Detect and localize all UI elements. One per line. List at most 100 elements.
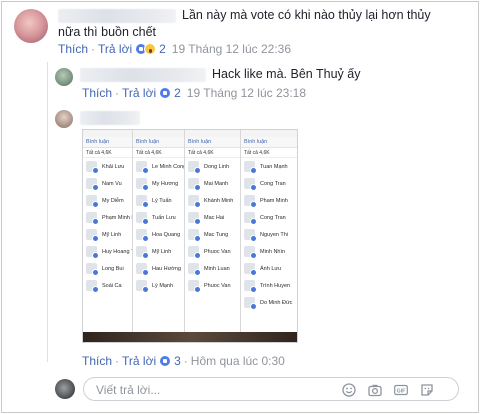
profile-thumb-icon [244, 229, 257, 242]
like-link[interactable]: Thích [82, 86, 112, 100]
image-bottom-strip [83, 332, 297, 342]
panel-row-name: Phạm Minh P [102, 214, 133, 221]
panel-row-name: Hau Hường [152, 265, 181, 272]
panel-tab: Tất cả 4,6K [241, 148, 297, 158]
separator-dot: · [115, 354, 120, 368]
panel-row-name: Trình Huyen [260, 282, 291, 289]
timestamp-link[interactable]: Hôm qua lúc 0:30 [191, 354, 285, 368]
panel-row: Cong Tran [241, 209, 297, 226]
profile-thumb-icon [244, 161, 257, 174]
separator-dot: · [91, 42, 96, 56]
panel-row-name: Mac Hai [204, 214, 225, 221]
like-link[interactable]: Thích [58, 42, 88, 56]
reaction-summary[interactable]: 3 [159, 354, 181, 368]
like-link[interactable]: Thích [82, 354, 112, 368]
reply-link[interactable]: Trả lời [98, 42, 132, 56]
svg-text:GIF: GIF [397, 388, 406, 394]
reply-input[interactable]: Viết trả lời... GIF [83, 377, 459, 401]
panel-row-name: Huy Hoang T [102, 248, 133, 255]
profile-thumb-icon [86, 229, 99, 242]
profile-thumb-icon [188, 280, 201, 293]
panel-row: Lý Tuấn [133, 192, 184, 209]
reply-name-redacted[interactable] [80, 111, 140, 125]
panel-row: Hoa Quang [133, 226, 184, 243]
reply-link[interactable]: Trả lời [122, 354, 156, 368]
panel-tab: Tất cả 4,6K [83, 148, 132, 158]
panel-row: Khải Lưu [83, 158, 132, 175]
wow-reaction-icon [144, 43, 157, 55]
panel-row-name: Soái Ca [102, 282, 122, 289]
profile-thumb-icon [188, 161, 201, 174]
panel-row-name: Mỹ Linh [152, 248, 172, 255]
timestamp-link[interactable]: 19 Tháng 12 lúc 23:18 [187, 86, 306, 100]
panel-row: Minh Luan [185, 260, 240, 277]
panel-row: Phạm Minh P [83, 209, 132, 226]
comment-thread: Lần này mà vote có khi nào thủy lại hơn … [1, 1, 479, 413]
panel-row: Trình Huyen [241, 277, 297, 294]
profile-thumb-icon [244, 280, 257, 293]
panel-row: Khánh Minh [185, 192, 240, 209]
panel-row-name: Lý Mạnh [152, 282, 174, 289]
smile-icon[interactable] [342, 383, 356, 397]
attached-screenshot-image[interactable]: Bình luận Tất cả 4,6K Khải Lưu Nam Vu My Diễ… [82, 129, 298, 343]
reply-actions: Thích · Trả lời 3 · Hôm qua lúc 0:30 [82, 354, 285, 368]
separator-dot: · [115, 86, 120, 100]
reply-name-redacted[interactable] [80, 68, 206, 82]
panel-row: Ánh Lưu [241, 260, 297, 277]
timestamp-link[interactable]: 19 Tháng 12 lúc 22:36 [172, 42, 291, 56]
panel-row-name: Tuan Mạnh [260, 163, 288, 170]
panel-tab: Tất cả 4,6K [133, 148, 184, 158]
panel-row: Dong Linh [185, 158, 240, 175]
panel-row-name: Nguyen Thi [260, 231, 289, 238]
reaction-count: 2 [159, 42, 166, 56]
panel-row-name: Khánh Minh [204, 197, 234, 204]
camera-icon[interactable] [368, 383, 382, 397]
reaction-summary[interactable]: 2 [135, 42, 166, 56]
profile-thumb-icon [244, 212, 257, 225]
reply-avatar[interactable] [55, 68, 73, 86]
panel-row: Mỹ Linh [83, 226, 132, 243]
profile-thumb-icon [136, 195, 149, 208]
panel-row: Lý Mạnh [133, 277, 184, 294]
panel-row: Long Bui [83, 260, 132, 277]
panel-row-name: Tuấn Lưu [152, 214, 176, 221]
reply-link[interactable]: Trả lời [122, 86, 156, 100]
reply-actions: Thích · Trả lời 2 19 Tháng 12 lúc 23:18 [82, 86, 306, 100]
profile-thumb-icon [136, 161, 149, 174]
panel-header: Bình luận [185, 137, 240, 148]
gif-icon[interactable]: GIF [394, 383, 408, 397]
profile-thumb-icon [136, 229, 149, 242]
panel-row-name: Cong Tran [260, 180, 286, 187]
reply-avatar[interactable] [55, 110, 73, 128]
panel-row-name: Minh Luan [204, 265, 230, 272]
like-reaction-icon [159, 87, 172, 99]
panel-tab: Tất cả 4,6K [185, 148, 240, 158]
profile-thumb-icon [136, 263, 149, 276]
panel-row: Mỹ Linh [133, 243, 184, 260]
screenshot-panel: Bình luận Tất cả 4,6K Dong Linh Mai Manh Khá… [185, 130, 241, 342]
panel-header: Bình luận [241, 137, 297, 148]
panel-row: Soái Ca [83, 277, 132, 294]
panel-row-name: Long Bui [102, 265, 124, 272]
reaction-summary[interactable]: 2 [159, 86, 181, 100]
panel-row: Le Minh Cong [133, 158, 184, 175]
panel-row-name: Pham Minh [260, 197, 288, 204]
commenter-avatar[interactable] [14, 9, 48, 43]
profile-thumb-icon [244, 263, 257, 276]
profile-thumb-icon [86, 212, 99, 225]
panel-statusbar [241, 130, 297, 137]
profile-thumb-icon [136, 178, 149, 191]
panel-row-name: Nam Vu [102, 180, 122, 187]
panel-row: Tuan Mạnh [241, 158, 297, 175]
profile-thumb-icon [86, 263, 99, 276]
panel-row-name: Lý Tuấn [152, 197, 172, 204]
panel-row-name: Do Minh Đức [260, 299, 293, 306]
profile-thumb-icon [244, 178, 257, 191]
sticker-icon[interactable] [420, 383, 434, 397]
profile-thumb-icon [188, 263, 201, 276]
panel-statusbar [185, 130, 240, 137]
panel-statusbar [133, 130, 184, 137]
profile-thumb-icon [86, 178, 99, 191]
reply-text: Hack like mà. Bên Thuỷ ấy [212, 67, 361, 81]
panel-row: Do Minh Đức [241, 294, 297, 311]
